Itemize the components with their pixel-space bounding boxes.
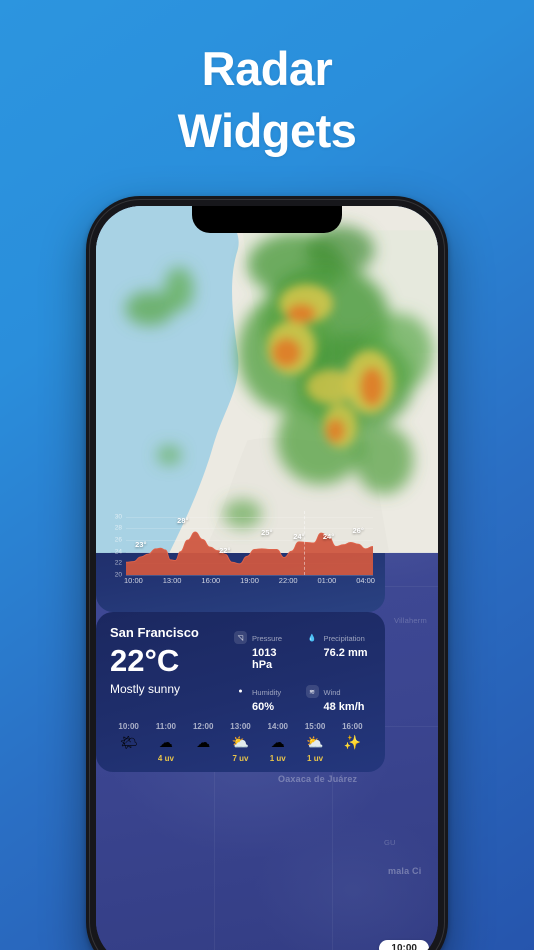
- page-title: Radar Widgets: [0, 38, 534, 162]
- hour-uv-index: 1 uv: [269, 754, 286, 763]
- hour-column[interactable]: 11:00 ☁ 4 uv: [147, 722, 184, 764]
- metric-label: Precipitation: [323, 634, 365, 643]
- chart-y-tick: 26: [114, 536, 122, 544]
- chart-now-line: [303, 511, 305, 575]
- current-city-name: San Francisco: [110, 625, 199, 640]
- title-line-1: Radar: [201, 42, 333, 95]
- hour-uv-index: 7 uv: [232, 754, 249, 763]
- current-big-temperature: 22°C: [110, 643, 180, 678]
- radar-map-canvas: [96, 206, 438, 553]
- chart-x-tick: 01:00: [317, 576, 337, 585]
- metric-humidity: ● Humidity 60%: [234, 682, 300, 713]
- metric-label: Humidity: [252, 688, 282, 697]
- hour-column[interactable]: 16:00 ✨: [334, 722, 371, 764]
- weather-condition-icon: 🌤: [119, 734, 138, 750]
- weather-condition-icon: ⛅: [231, 734, 250, 750]
- chart-x-tick: 19:00: [240, 576, 259, 585]
- current-weather-description: Mostly sunny: [110, 682, 181, 696]
- chart-x-axis: 10:00 13:00 16:00 19:00 22:00 01:00 04:00: [124, 576, 375, 589]
- hour-time: 15:00: [304, 722, 326, 731]
- hour-column[interactable]: 15:00 ⛅ 1 uv: [296, 722, 333, 764]
- hour-column[interactable]: 12:00 ☁: [185, 722, 222, 764]
- chart-x-tick: 22:00: [278, 576, 298, 585]
- phone-mockup: DenverCOUNITEDColorado SpringsKansas Cit…: [86, 196, 448, 950]
- chart-point-label: 24°: [293, 531, 305, 541]
- chart-plot-area: 23° 28° 22° 25° 24° 24° 26°: [126, 511, 373, 576]
- hour-time: 11:00: [155, 722, 176, 731]
- phone-screen: DenverCOUNITEDColorado SpringsKansas Cit…: [96, 206, 438, 950]
- hour-time: 16:00: [342, 722, 363, 731]
- chart-y-axis: 20 22 24 26 28 30: [106, 511, 124, 578]
- title-line-2: Widgets: [177, 104, 357, 157]
- metric-label: Wind: [323, 688, 341, 697]
- hour-uv-index: 4 uv: [157, 754, 174, 763]
- metric-value: 60%: [252, 701, 275, 713]
- pressure-icon: ◹: [234, 631, 247, 644]
- chart-y-tick: 22: [114, 559, 122, 567]
- weather-condition-icon: ✨: [343, 734, 362, 750]
- humidity-icon: ●: [238, 688, 243, 695]
- widget-radar-map[interactable]: 10:00: [96, 206, 438, 950]
- chart-x-tick: 13:00: [162, 576, 182, 585]
- chart-point-label: 25°: [261, 528, 273, 538]
- chart-point-label: 28°: [177, 515, 189, 525]
- metric-value: 76.2 mm: [323, 647, 368, 659]
- metric-label: Pressure: [252, 634, 283, 643]
- precipitation-icon: 💧: [307, 634, 317, 642]
- chart-x-tick: 10:00: [124, 576, 143, 585]
- hour-uv-index: 1 uv: [307, 754, 324, 763]
- chart-point-label: 22°: [219, 546, 231, 556]
- hourly-forecast-strip[interactable]: 10:00 🌤 11:00 ☁ 4 uv 12:00 ☁ 13:00 ⛅ 7 uv 14:00 ☁ 1 …: [110, 722, 371, 764]
- hour-time: 10:00: [118, 722, 139, 731]
- hour-column[interactable]: 14:00 ☁ 1 uv: [259, 722, 296, 764]
- weather-condition-icon: ☁: [196, 734, 211, 750]
- chart-point-label: 24°: [322, 532, 335, 542]
- hour-time: 12:00: [192, 722, 214, 731]
- chart-x-tick: 04:00: [356, 576, 375, 585]
- weather-condition-icon: ☁: [158, 734, 173, 750]
- hour-time: 13:00: [230, 722, 251, 731]
- metric-value: 48 km/h: [323, 701, 365, 713]
- chart-point-label: 23°: [135, 540, 147, 550]
- chart-x-tick: 16:00: [201, 576, 221, 585]
- metric-wind: ≋ Wind 48 km/h: [305, 682, 372, 713]
- chart-y-tick: 24: [114, 548, 122, 556]
- phone-notch: [192, 206, 342, 233]
- metric-precipitation: 💧 Precipitation 76.2 mm: [306, 628, 372, 671]
- hour-column[interactable]: 10:00 🌤: [110, 722, 147, 764]
- wind-icon: ≋: [305, 685, 319, 698]
- chart-point-label: 26°: [352, 526, 364, 536]
- chart-y-tick: 30: [114, 513, 122, 521]
- chart-y-tick: 28: [114, 524, 122, 532]
- chart-series-area: [126, 511, 373, 575]
- weather-condition-icon: ⛅: [306, 734, 324, 750]
- weather-condition-icon: ☁: [270, 734, 285, 750]
- metric-pressure: ◹ Pressure 1013 hPa: [234, 628, 300, 671]
- chart-y-tick: 20: [114, 571, 122, 579]
- metric-value: 1013 hPa: [252, 647, 277, 671]
- hour-column[interactable]: 13:00 ⛅ 7 uv: [222, 722, 259, 764]
- hour-time: 14:00: [267, 722, 288, 731]
- widget-current-weather-large[interactable]: San Francisco 22°C Mostly sunny ◹ Pressur…: [96, 612, 385, 772]
